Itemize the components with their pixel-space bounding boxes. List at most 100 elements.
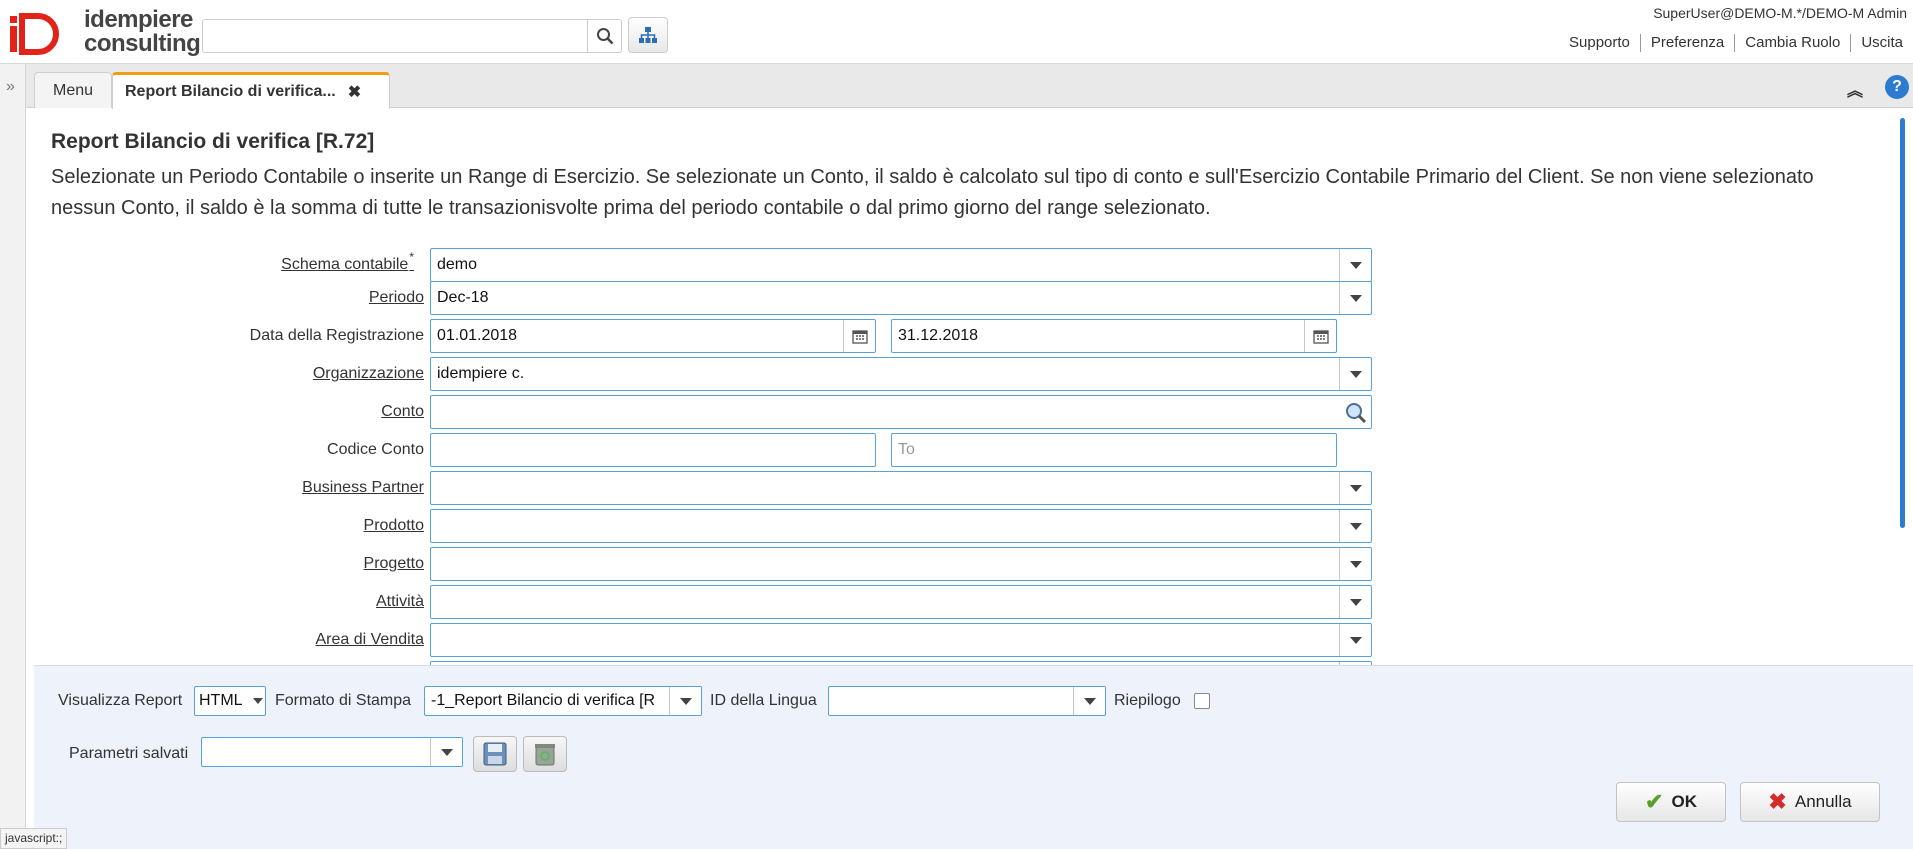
organizzazione-combobox[interactable]: idempiere c.: [430, 357, 1372, 391]
menu-tree-button[interactable]: [628, 17, 668, 53]
parametri-salvati-combobox[interactable]: [201, 737, 463, 767]
ok-button[interactable]: ✔ OK: [1616, 782, 1726, 822]
tab-bar: Menu Report Bilancio di verifica... ✖ ︽ …: [26, 64, 1913, 109]
cancel-x-icon: ✖: [1768, 789, 1787, 814]
chevron-down-icon[interactable]: [1339, 548, 1371, 580]
attivita-combobox[interactable]: [430, 585, 1372, 619]
area-vendita-label[interactable]: Area di Vendita: [34, 623, 424, 657]
global-search-input[interactable]: [202, 19, 588, 53]
annulla-label: Annulla: [1794, 792, 1852, 811]
logout-link[interactable]: Uscita: [1850, 34, 1913, 52]
logo-line2: consulting: [84, 30, 201, 57]
magnifier-icon[interactable]: [1345, 402, 1367, 436]
row-prodotto: Prodotto: [34, 509, 1372, 543]
chevron-down-icon[interactable]: [1339, 624, 1371, 656]
lingua-label: ID della Lingua: [710, 692, 817, 709]
organizzazione-value: idempiere c.: [437, 365, 525, 382]
preferences-link[interactable]: Preferenza: [1639, 34, 1734, 52]
expand-panel-icon[interactable]: »: [6, 78, 15, 96]
tab-menu[interactable]: Menu: [34, 72, 112, 108]
conto-label[interactable]: Conto: [34, 395, 424, 429]
calendar-icon[interactable]: [1304, 320, 1336, 352]
chevron-down-icon[interactable]: [1339, 510, 1371, 542]
process-footer: Visualizza Report HTML Formato di Stampa…: [34, 665, 1913, 849]
recycle-bin-icon: [535, 744, 555, 766]
tab-menu-label: Menu: [52, 81, 94, 99]
floppy-disk-icon: [483, 742, 507, 766]
conto-search-field[interactable]: [430, 395, 1372, 429]
date-from-field[interactable]: 01.01.2018: [430, 319, 876, 353]
area-vendita-combobox[interactable]: [430, 623, 1372, 657]
logo-mark-icon: [10, 13, 59, 55]
schema-combobox[interactable]: demo: [430, 248, 1372, 282]
business-partner-label[interactable]: Business Partner: [34, 471, 424, 505]
logo-line1: idempiere: [84, 6, 193, 33]
date-to-field[interactable]: 31.12.2018: [891, 319, 1337, 353]
vertical-scrollbar[interactable]: [1899, 118, 1907, 528]
row-area-vendita: Area di Vendita: [34, 623, 1372, 657]
west-panel-collapsed: »: [0, 64, 26, 849]
check-icon: ✔: [1645, 789, 1664, 814]
collapse-header-icon[interactable]: ︽: [1847, 77, 1863, 101]
logo-text: idempiere consulting: [84, 6, 201, 57]
prodotto-label[interactable]: Prodotto: [34, 509, 424, 543]
date-from-value: 01.01.2018: [437, 327, 518, 344]
codice-conto-label: Codice Conto: [327, 441, 424, 458]
row-progetto: Progetto: [34, 547, 1372, 581]
row-data: Data della Registrazione 01.01.2018 31.1…: [34, 319, 1354, 353]
organizzazione-label[interactable]: Organizzazione: [34, 357, 424, 391]
chevron-down-icon[interactable]: [669, 687, 701, 715]
chevron-down-icon[interactable]: [1339, 358, 1371, 390]
lingua-combobox[interactable]: [828, 686, 1106, 716]
business-partner-combobox[interactable]: [430, 471, 1372, 505]
help-icon[interactable]: ?: [1885, 75, 1909, 99]
chevron-down-icon: [253, 698, 263, 704]
data-label: Data della Registrazione: [249, 327, 424, 344]
date-to-value: 31.12.2018: [898, 327, 979, 344]
support-link[interactable]: Supporto: [1559, 34, 1640, 52]
tab-report-bilancio[interactable]: Report Bilancio di verifica... ✖: [112, 72, 390, 109]
codice-to-placeholder: To: [898, 441, 915, 458]
prodotto-combobox[interactable]: [430, 509, 1372, 543]
riepilogo-checkbox[interactable]: [1194, 693, 1210, 709]
periodo-combobox[interactable]: Dec-18: [430, 281, 1372, 315]
chevron-down-icon[interactable]: [430, 738, 462, 766]
change-role-link[interactable]: Cambia Ruolo: [1734, 34, 1850, 52]
row-business-partner: Business Partner: [34, 471, 1372, 505]
app-header: idempiere consulting SuperUser@DEMO-M.*/…: [0, 0, 1913, 64]
chevron-down-icon[interactable]: [1339, 249, 1371, 281]
progetto-combobox[interactable]: [430, 547, 1372, 581]
chevron-down-icon[interactable]: [1073, 687, 1105, 715]
scrollbar-thumb[interactable]: [1900, 118, 1905, 528]
required-marker: *: [409, 250, 414, 264]
periodo-value: Dec-18: [437, 289, 489, 306]
report-type-value: HTML: [199, 692, 243, 709]
chevron-down-icon[interactable]: [1339, 472, 1371, 504]
report-type-select[interactable]: HTML: [194, 686, 266, 716]
user-info[interactable]: SuperUser@DEMO-M.*/DEMO-M Admin: [1653, 5, 1907, 21]
codice-from-field[interactable]: [430, 433, 876, 467]
formato-stampa-label: Formato di Stampa: [275, 692, 412, 709]
schema-label[interactable]: Schema contabile*: [34, 248, 414, 282]
periodo-label[interactable]: Periodo: [34, 281, 424, 315]
idempiere-logo[interactable]: idempiere consulting: [8, 6, 201, 60]
search-icon: [596, 28, 613, 45]
save-parameters-button[interactable]: [473, 736, 517, 772]
ok-label: OK: [1671, 792, 1697, 811]
search-button[interactable]: [588, 19, 622, 53]
schema-value: demo: [437, 256, 478, 273]
calendar-icon[interactable]: [843, 320, 875, 352]
formato-stampa-combobox[interactable]: -1_Report Bilancio di verifica [R: [424, 686, 702, 716]
progetto-label[interactable]: Progetto: [34, 547, 424, 581]
row-organizzazione: Organizzazione idempiere c.: [34, 357, 1372, 391]
attivita-label[interactable]: Attività: [34, 585, 424, 619]
process-description: Selezionate un Periodo Contabile o inser…: [51, 166, 1814, 219]
codice-to-field[interactable]: To: [891, 433, 1337, 467]
delete-parameters-button[interactable]: [523, 736, 567, 772]
chevron-down-icon[interactable]: [1339, 586, 1371, 618]
sitemap-icon: [639, 27, 657, 43]
close-tab-icon[interactable]: ✖: [348, 82, 361, 102]
row-conto: Conto: [34, 395, 1372, 429]
chevron-down-icon[interactable]: [1339, 282, 1371, 314]
cancel-button[interactable]: ✖ Annulla: [1740, 782, 1880, 822]
